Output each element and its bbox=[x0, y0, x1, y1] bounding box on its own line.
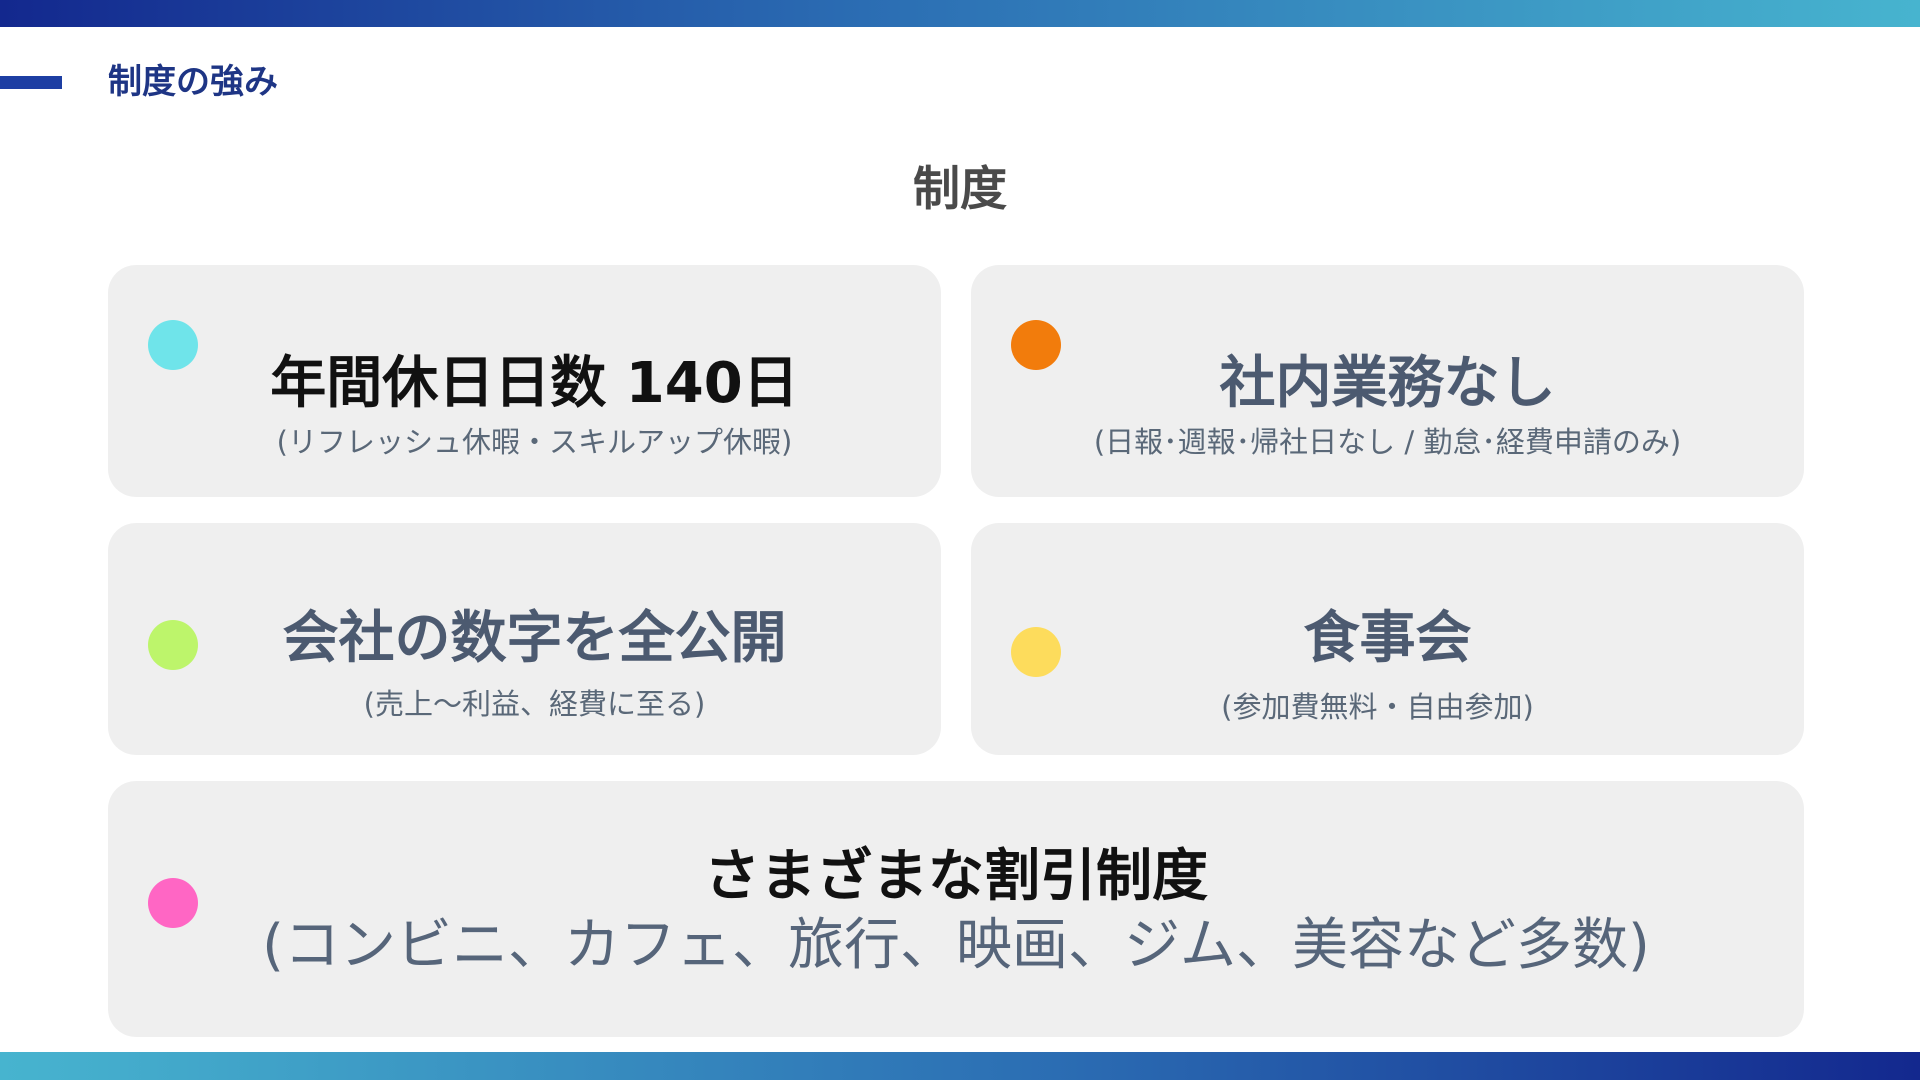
card-open-numbers: 会社の数字を全公開 (売上〜利益、経費に至る) bbox=[108, 523, 941, 755]
top-gradient-bar bbox=[0, 0, 1920, 27]
section-marker bbox=[0, 76, 62, 89]
bottom-gradient-bar bbox=[0, 1052, 1920, 1080]
card-title: さまざまな割引制度 bbox=[704, 844, 1208, 909]
card-title: 食事会 bbox=[1303, 606, 1472, 671]
card-subtitle: (日報･週報･帰社日なし / 勤怠･経費申請のみ) bbox=[1093, 425, 1682, 459]
card-dinner-party: 食事会 (参加費無料・自由参加) bbox=[971, 523, 1804, 755]
slide: 制度の強み 制度 年間休日日数 140日 (リフレッシュ休暇・スキルアップ休暇)… bbox=[0, 0, 1920, 1080]
card-title: 年間休日日数 140日 bbox=[270, 351, 799, 416]
card-title: 会社の数字を全公開 bbox=[282, 606, 787, 671]
section-title: 制度の強み bbox=[108, 62, 278, 102]
card-no-internal-work: 社内業務なし (日報･週報･帰社日なし / 勤怠･経費申請のみ) bbox=[971, 265, 1804, 497]
card-subtitle: (参加費無料・自由参加) bbox=[1221, 690, 1534, 724]
card-subtitle: (売上〜利益、経費に至る) bbox=[363, 687, 706, 721]
card-annual-holidays: 年間休日日数 140日 (リフレッシュ休暇・スキルアップ休暇) bbox=[108, 265, 941, 497]
card-discounts: さまざまな割引制度 (コンビニ、カフェ、旅行、映画、ジム、美容など多数) bbox=[108, 781, 1804, 1037]
card-title: 社内業務なし bbox=[1219, 351, 1556, 416]
card-subtitle: (リフレッシュ休暇・スキルアップ休暇) bbox=[276, 425, 793, 459]
card-subtitle: (コンビニ、カフェ、旅行、映画、ジム、美容など多数) bbox=[262, 913, 1650, 978]
page-title: 制度 bbox=[913, 162, 1007, 217]
